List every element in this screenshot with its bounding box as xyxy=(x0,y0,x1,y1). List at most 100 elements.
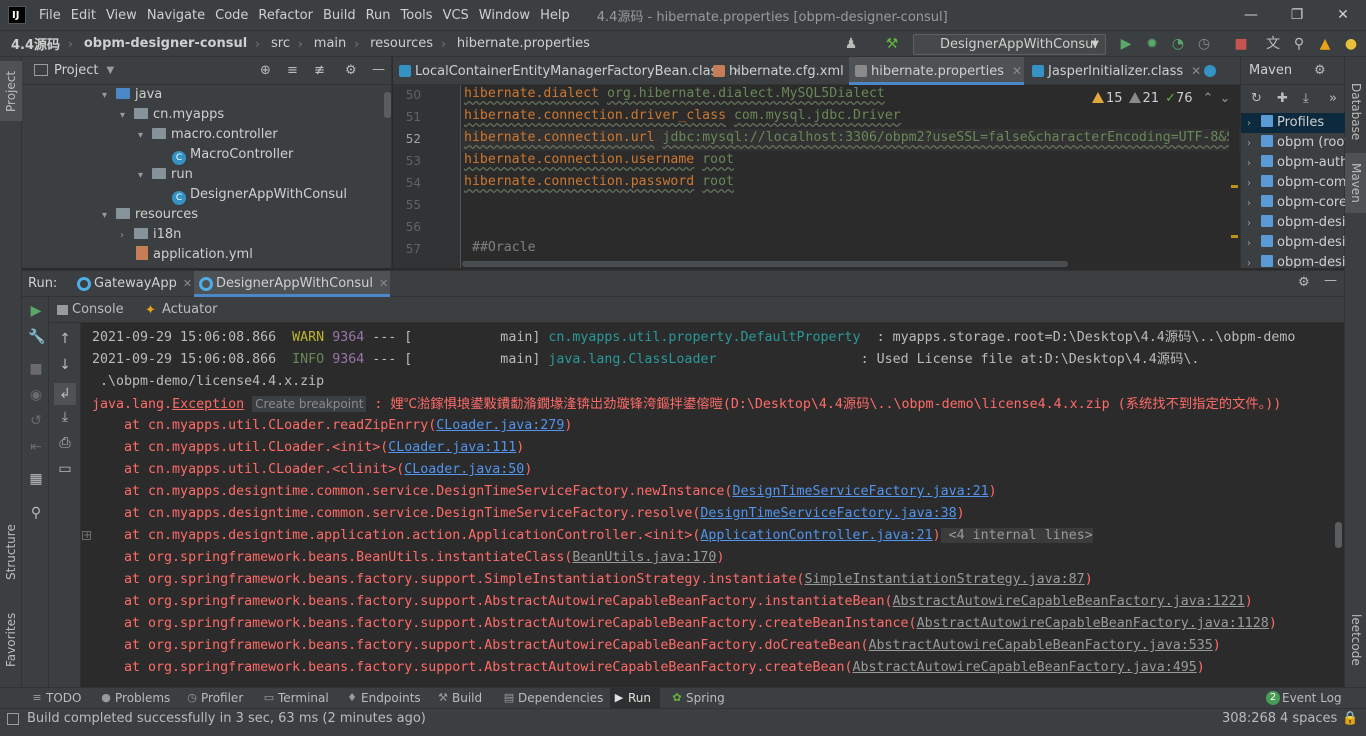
close-icon[interactable]: ✕ xyxy=(1012,64,1022,78)
expand-arrow-icon[interactable]: › xyxy=(1247,174,1261,193)
code-line[interactable]: hibernate.connection.driver_class com.my… xyxy=(464,105,901,127)
wrench-icon[interactable]: 🔧 xyxy=(28,329,45,345)
tab-hibernate-properties[interactable]: hibernate.properties ✕ xyxy=(849,57,1024,85)
search-icon[interactable]: ⚲ xyxy=(1291,36,1307,52)
menu-code[interactable]: Code xyxy=(210,8,253,23)
stop-icon[interactable]: ■ xyxy=(28,361,44,377)
leetcode-tool-tab[interactable]: leetcode xyxy=(1345,605,1366,675)
tool-profiler[interactable]: ◷ Profiler xyxy=(183,688,243,709)
menu-view[interactable]: View xyxy=(101,8,142,23)
camera-icon[interactable]: ◉ xyxy=(28,387,44,403)
expand-arrow-icon[interactable]: › xyxy=(1247,234,1261,253)
exit-icon[interactable]: ⇤ xyxy=(28,439,44,455)
stop-icon[interactable]: ■ xyxy=(1233,36,1249,52)
expand-arrow-icon[interactable]: › xyxy=(120,226,134,246)
project-scrollbar[interactable] xyxy=(384,92,391,118)
source-link[interactable]: ApplicationController.java:21 xyxy=(700,528,932,543)
restore-layout-icon[interactable]: ↺ xyxy=(28,413,44,429)
status-toggle-icon[interactable] xyxy=(7,713,19,725)
plugin-icon[interactable]: ● xyxy=(1343,36,1359,52)
project-panel-title[interactable]: Project xyxy=(54,63,98,78)
coverage-icon[interactable]: ◔ xyxy=(1170,36,1186,52)
tool-problems[interactable]: ● Problems xyxy=(97,688,170,709)
maven-item-project[interactable]: ›obpm-designer xyxy=(1241,213,1345,233)
caret-position[interactable]: 308:268 xyxy=(1222,709,1276,729)
tab-localcontainerentitymanagerfactorybean[interactable]: LocalContainerEntityManagerFactoryBean.c… xyxy=(393,57,742,85)
close-icon[interactable]: ✕ xyxy=(183,277,192,290)
tool-run[interactable]: ▶ Run xyxy=(610,688,660,709)
breadcrumb-src[interactable]: src xyxy=(260,36,290,51)
tool-event-log[interactable]: 2 Event Log xyxy=(1264,688,1342,709)
tool-todo[interactable]: ≡ TODO xyxy=(28,688,81,709)
code-line[interactable]: hibernate.connection.url jdbc:mysql://lo… xyxy=(464,127,1234,149)
source-link[interactable]: AbstractAutowireCapableBeanFactory.java:… xyxy=(917,616,1269,631)
breadcrumb-project[interactable]: 4.4源码 xyxy=(0,34,60,53)
menu-refactor[interactable]: Refactor xyxy=(253,8,318,23)
breadcrumb-module[interactable]: obpm-designer-consul xyxy=(73,36,247,51)
restore-button[interactable]: ❐ xyxy=(1274,0,1320,30)
menu-help[interactable]: Help xyxy=(535,8,575,23)
locate-icon[interactable]: ⊕ xyxy=(260,63,271,78)
expand-arrow-icon[interactable]: ▾ xyxy=(138,166,152,186)
arrow-up-icon[interactable]: ↑ xyxy=(57,331,73,347)
menu-file[interactable]: File xyxy=(34,8,66,23)
code-line[interactable]: hibernate.connection.username root xyxy=(464,149,734,171)
tree-item-macro-controller[interactable]: ▾ macro.controller xyxy=(138,125,278,145)
expand-arrow-icon[interactable]: › xyxy=(1247,214,1261,233)
console-output[interactable]: 2021-09-29 15:06:08.866 WARN 9364 --- [ … xyxy=(81,323,1344,687)
tool-endpoints[interactable]: ♦ Endpoints xyxy=(343,688,421,709)
lock-icon[interactable]: 🔒 xyxy=(1342,711,1358,726)
menu-navigate[interactable]: Navigate xyxy=(142,8,210,23)
expand-arrow-icon[interactable]: › xyxy=(1247,134,1261,153)
code-line[interactable]: hibernate.dialect org.hibernate.dialect.… xyxy=(464,83,885,105)
build-hammer-icon[interactable]: ⚒ xyxy=(884,36,900,52)
source-link[interactable]: SimpleInstantiationStrategy.java:87 xyxy=(804,572,1084,587)
maven-item-project[interactable]: ›obpm-designer xyxy=(1241,233,1345,253)
maven-item-project[interactable]: ›obpm-common xyxy=(1241,173,1345,193)
inspection-widget[interactable]: 15 21 ✓76 ⌃ ⌄ xyxy=(1088,91,1235,106)
tree-item-application-yml[interactable]: application.yml xyxy=(136,245,253,265)
source-link[interactable]: CLoader.java:279 xyxy=(436,418,564,433)
run-tab-designerappwithconsul[interactable]: DesignerAppWithConsul ✕ xyxy=(194,271,390,297)
menu-vcs[interactable]: VCS xyxy=(438,8,474,23)
run-tab-gatewayapp[interactable]: GatewayApp ✕ xyxy=(72,271,192,297)
tool-dependencies[interactable]: ▤ Dependencies xyxy=(500,688,604,709)
tree-item-i18n[interactable]: › i18n xyxy=(120,225,181,245)
maven-item-project[interactable]: › obpm-auth xyxy=(1241,153,1345,173)
source-link[interactable]: CLoader.java:50 xyxy=(404,462,524,477)
close-window-button[interactable]: ✕ xyxy=(1320,0,1366,30)
debug-icon[interactable]: ✹ xyxy=(1144,36,1160,52)
expand-arrow-icon[interactable]: › xyxy=(1247,114,1261,133)
previous-highlight-icon[interactable]: ⌃ xyxy=(1203,91,1214,106)
tab-hibernate-cfg-xml[interactable]: hibernate.cfg.xml✕ xyxy=(707,57,862,85)
source-link[interactable]: CLoader.java:111 xyxy=(388,440,516,455)
maven-item-project[interactable]: ›obpm (root) xyxy=(1241,133,1345,153)
expand-arrow-icon[interactable]: ▾ xyxy=(138,126,152,146)
expand-arrow-icon[interactable]: ▾ xyxy=(102,86,116,106)
tree-item-designerappwithconsul[interactable]: C DesignerAppWithConsul xyxy=(172,185,347,205)
code-line[interactable]: hibernate.connection.password root xyxy=(464,171,734,193)
breadcrumb-file[interactable]: hibernate.properties xyxy=(446,36,590,51)
expand-arrow-icon[interactable]: › xyxy=(1247,194,1261,213)
tool-build[interactable]: ⚒ Build xyxy=(434,688,482,709)
source-link[interactable]: AbstractAutowireCapableBeanFactory.java:… xyxy=(893,594,1245,609)
tree-item-macrocontroller[interactable]: C MacroController xyxy=(172,145,293,165)
gear-icon[interactable]: ⚙ xyxy=(1298,275,1310,290)
tree-item-run[interactable]: ▾ run xyxy=(138,165,193,185)
expand-arrow-icon[interactable]: › xyxy=(1247,254,1261,268)
download-icon[interactable]: ⤓ xyxy=(1303,91,1309,106)
menu-tools[interactable]: Tools xyxy=(396,8,438,23)
pin-icon[interactable]: ⚲ xyxy=(28,505,44,521)
user-icon[interactable]: ♟ xyxy=(843,36,859,52)
soft-wrap-icon[interactable]: ↲ xyxy=(54,383,76,405)
add-project-icon[interactable]: ✚ xyxy=(1277,91,1288,106)
menu-window[interactable]: Window xyxy=(474,8,535,23)
profile-icon[interactable]: ◷ xyxy=(1196,36,1212,52)
expand-arrow-icon[interactable]: ▾ xyxy=(120,106,134,126)
tab-more[interactable] xyxy=(1198,57,1238,85)
scroll-to-end-icon[interactable]: ⤓ xyxy=(57,409,73,425)
tree-item-cn-myapps[interactable]: ▾ cn.myapps xyxy=(120,105,224,125)
code-comment-line[interactable]: ##Oracle xyxy=(472,237,536,259)
exception-class-link[interactable]: Exception xyxy=(172,397,244,412)
gear-icon[interactable]: ⚙ xyxy=(345,63,357,78)
